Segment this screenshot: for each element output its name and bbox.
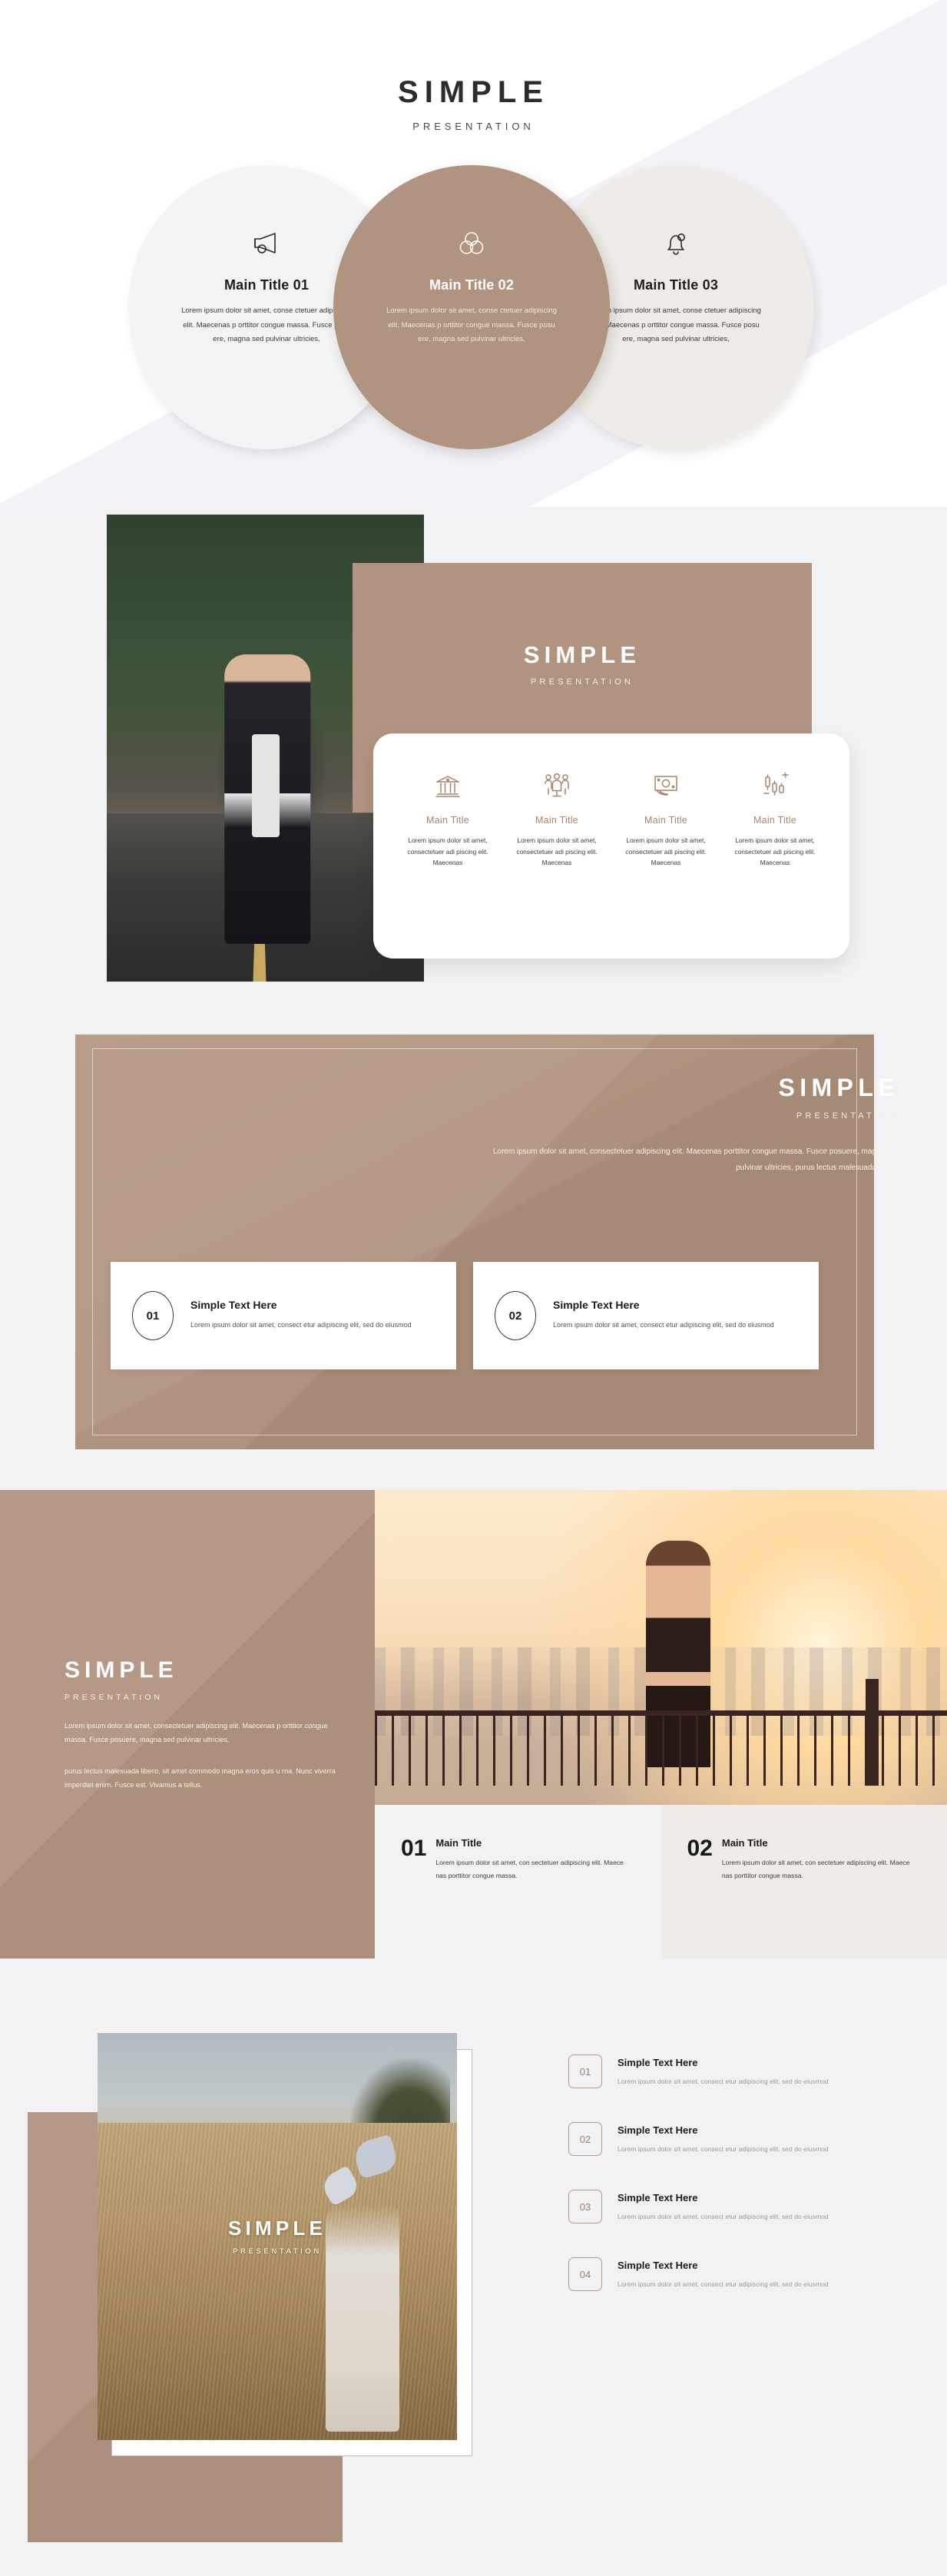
item-number-badge: 01	[568, 2055, 602, 2088]
wheat-field-photo: SIMPLE PRESENTATION	[98, 2033, 457, 2440]
group-people-icon	[510, 770, 604, 801]
card-number-badge: 02	[495, 1291, 536, 1340]
item-number-badge: 04	[568, 2257, 602, 2291]
circle-card-body: Lorem ipsum dolor sit amet, conse ctetue…	[386, 306, 557, 344]
slide-photo-feature-card: SIMPLE PRESENTATION Main Title Lorem ips…	[0, 507, 947, 1014]
list-item[interactable]: 03 Simple Text Here Lorem ipsum dolor si…	[568, 2190, 876, 2223]
slide-title-three-circles: SIMPLE PRESENTATION Main Title 01 Lorem …	[0, 0, 947, 507]
balcony-railing	[375, 1710, 947, 1786]
feature-item-4[interactable]: Main Title Lorem ipsum dolor sit amet, c…	[720, 770, 829, 959]
photo-caption: SIMPLE PRESENTATION	[98, 2217, 457, 2256]
photo-subtitle: PRESENTATION	[233, 2247, 322, 2256]
card-number-badge: 01	[132, 1291, 174, 1340]
item-number: 02	[687, 1836, 713, 1861]
numbered-cards-row: 01 Simple Text Here Lorem ipsum dolor si…	[111, 1262, 819, 1369]
item-title: Main Title	[435, 1837, 482, 1849]
panel-paragraph-1: Lorem ipsum dolor sit amet, consectetuer…	[65, 1722, 328, 1744]
list-item[interactable]: 02 Simple Text Here Lorem ipsum dolor si…	[568, 2122, 876, 2156]
panel-title: SIMPLE	[523, 641, 641, 668]
feature-title: Main Title	[426, 815, 469, 826]
photo-title: SIMPLE	[228, 2216, 326, 2240]
item-body: Lorem ipsum dolor sit amet, consect etur…	[618, 2280, 829, 2288]
item-body: Lorem ipsum dolor sit amet, con sectetue…	[435, 1859, 624, 1880]
item-body: Lorem ipsum dolor sit amet, con sectetue…	[721, 1859, 910, 1880]
numbered-card-02[interactable]: 02 Simple Text Here Lorem ipsum dolor si…	[473, 1262, 819, 1369]
megaphone-icon	[251, 227, 282, 260]
panel-paragraph: Lorem ipsum dolor sit amet, consectetuer…	[492, 1147, 899, 1172]
circle-cards-row: Main Title 01 Lorem ipsum dolor sit amet…	[0, 165, 947, 488]
circle-card-title: Main Title 01	[224, 277, 310, 293]
list-item[interactable]: 04 Simple Text Here Lorem ipsum dolor si…	[568, 2257, 876, 2291]
numbered-item-01[interactable]: 01 Main Title Lorem ipsum dolor sit amet…	[375, 1805, 661, 1958]
bank-icon	[401, 770, 495, 801]
numbered-list: 01 Simple Text Here Lorem ipsum dolor si…	[568, 2055, 876, 2325]
circle-card-title: Main Title 03	[633, 277, 719, 293]
card-title: Simple Text Here	[190, 1299, 277, 1312]
item-number: 01	[401, 1836, 427, 1861]
feature-card: Main Title Lorem ipsum dolor sit amet, c…	[373, 733, 849, 959]
item-title: Simple Text Here	[618, 2192, 698, 2204]
man-shirt	[251, 733, 280, 837]
panel-title: SIMPLE	[778, 1074, 899, 1101]
panel-subtitle: PRESENTATION	[530, 677, 634, 687]
feature-body: Lorem ipsum dolor sit amet, consectetuer…	[516, 836, 598, 867]
circle-card-body: Lorem ipsum dolor sit amet, conse ctetue…	[591, 306, 761, 344]
circle-card-02[interactable]: Main Title 02 Lorem ipsum dolor sit amet…	[333, 165, 610, 449]
item-title: Main Title	[721, 1837, 768, 1849]
panel-subtitle: PRESENTATION	[796, 1111, 899, 1121]
feature-body: Lorem ipsum dolor sit amet, consectetuer…	[734, 836, 816, 867]
item-body: Lorem ipsum dolor sit amet, consect etur…	[618, 2145, 829, 2153]
card-body: Lorem ipsum dolor sit amet, consect etur…	[553, 1321, 774, 1329]
circle-card-body: Lorem ipsum dolor sit amet, conse ctetue…	[181, 306, 352, 344]
numbered-item-02[interactable]: 02 Main Title Lorem ipsum dolor sit amet…	[661, 1805, 947, 1958]
slide3-heading: SIMPLE PRESENTATION Lorem ipsum dolor si…	[469, 1074, 899, 1176]
item-title: Simple Text Here	[618, 2057, 698, 2068]
item-title: Simple Text Here	[618, 2260, 698, 2271]
list-item[interactable]: 01 Simple Text Here Lorem ipsum dolor si…	[568, 2055, 876, 2088]
feature-item-1[interactable]: Main Title Lorem ipsum dolor sit amet, c…	[393, 770, 502, 959]
money-bill-icon	[619, 770, 713, 801]
item-number-badge: 02	[568, 2122, 602, 2156]
chart-plus-icon	[728, 770, 822, 801]
slide-photo-numbered-list: SIMPLE PRESENTATION 01 Simple Text Here …	[0, 1997, 947, 2576]
panel-subtitle: PRESENTATION	[65, 1693, 163, 1702]
page-subtitle: PRESENTATION	[412, 121, 535, 132]
slide1-heading: SIMPLE PRESENTATION	[0, 75, 947, 132]
card-body: Lorem ipsum dolor sit amet, consect etur…	[190, 1321, 412, 1329]
feature-item-2[interactable]: Main Title Lorem ipsum dolor sit amet, c…	[502, 770, 611, 959]
page-title: SIMPLE	[398, 75, 549, 109]
card-title: Simple Text Here	[553, 1299, 640, 1312]
venn-circles-icon	[456, 227, 487, 260]
item-body: Lorem ipsum dolor sit amet, consect etur…	[618, 2078, 829, 2085]
feature-title: Main Title	[753, 815, 796, 826]
slide-brown-two-cards: SIMPLE PRESENTATION Lorem ipsum dolor si…	[0, 1014, 947, 1490]
item-number-badge: 03	[568, 2190, 602, 2223]
feature-item-3[interactable]: Main Title Lorem ipsum dolor sit amet, c…	[611, 770, 720, 959]
panel-title: SIMPLE	[65, 1657, 178, 1683]
bell-icon	[662, 227, 690, 260]
item-title: Simple Text Here	[618, 2124, 698, 2136]
slide-brown-left-photo-right: SIMPLE PRESENTATION Lorem ipsum dolor si…	[0, 1490, 947, 1997]
woman-on-balcony-photo	[375, 1490, 947, 1805]
circle-card-title: Main Title 02	[429, 277, 515, 293]
panel-paragraph-2: purus lectus malesuada libero, sit amet …	[65, 1766, 336, 1790]
feature-body: Lorem ipsum dolor sit amet, consectetuer…	[625, 836, 707, 867]
feature-title: Main Title	[644, 815, 687, 826]
slide4-bottom-items: 01 Main Title Lorem ipsum dolor sit amet…	[375, 1805, 947, 1958]
feature-body: Lorem ipsum dolor sit amet, consectetuer…	[407, 836, 488, 867]
feature-title: Main Title	[535, 815, 578, 826]
item-body: Lorem ipsum dolor sit amet, consect etur…	[618, 2213, 829, 2220]
slide4-heading: SIMPLE PRESENTATION Lorem ipsum dolor si…	[65, 1657, 341, 1793]
railing-post	[865, 1679, 879, 1786]
numbered-card-01[interactable]: 01 Simple Text Here Lorem ipsum dolor si…	[111, 1262, 456, 1369]
